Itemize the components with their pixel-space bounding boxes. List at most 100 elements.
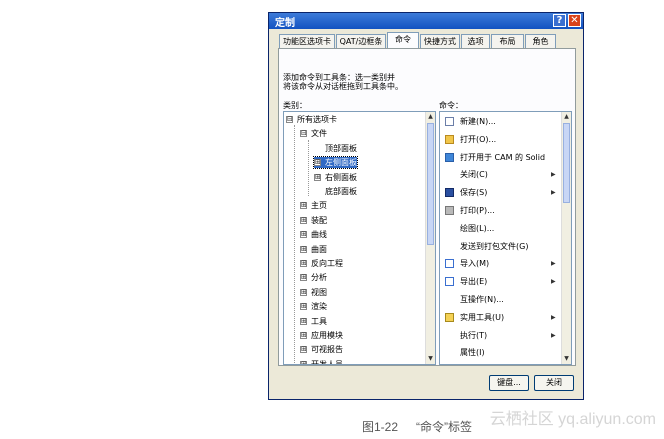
tree-item-label: 曲面 [311, 244, 327, 254]
tab-commands[interactable]: 命令 [387, 32, 419, 48]
command-item[interactable]: 互操作(N)... [445, 294, 504, 305]
instructions-text: 添加命令到工具条：选一类别并 将该命令从对话框拖到工具条中。 [283, 73, 403, 91]
tree-item[interactable]: ⊞ 分析 [300, 272, 327, 283]
tree-item-label: 右侧面板 [325, 172, 357, 182]
commands-tab-panel: 添加命令到工具条：选一类别并 将该命令从对话框拖到工具条中。 类别： 命令： ⊟… [278, 48, 576, 366]
command-label-text: 打印(P)... [460, 206, 495, 215]
collapse-icon[interactable]: ⊟ [286, 116, 293, 123]
command-item[interactable]: 打开用于 CAM 的 Solid [445, 152, 545, 163]
command-label-text: 属性(I) [460, 348, 485, 358]
command-label-text: 保存(S) [460, 188, 488, 198]
command-label-text: 关闭(C) [460, 170, 488, 180]
tree-item[interactable]: ⊟ 文件 [300, 128, 327, 139]
tree-item[interactable]: 顶部面板 [314, 143, 357, 154]
category-scrollbar[interactable]: ▲ ▼ [425, 112, 435, 364]
expand-icon[interactable]: ⊞ [300, 346, 307, 354]
submenu-arrow-icon: ▶ [551, 278, 556, 286]
tree-item[interactable]: ⊞ 可视报告 [300, 344, 343, 355]
command-list[interactable]: 新建(N)... 打开(O)... 打开用于 CAM 的 Solid 关闭(C) ▶ 保存… [439, 111, 572, 365]
window-title: 定制 [275, 18, 295, 29]
watermark: 云栖社区 yq.aliyun.com [489, 411, 656, 428]
command-item[interactable]: 打开(O)... [445, 134, 496, 145]
tab-qat-border[interactable]: QAT/边框条 [336, 34, 386, 48]
utility-tools-icon [445, 312, 454, 322]
expand-icon[interactable]: ⊞ [300, 288, 307, 296]
expand-icon[interactable]: ⊞ [300, 274, 307, 282]
expand-icon[interactable]: ⊞ [300, 332, 307, 339]
tab-ribbon[interactable]: 功能区选项卡 [279, 34, 335, 48]
tree-item[interactable]: ⊞ 装配 [300, 215, 327, 226]
scroll-thumb[interactable] [563, 123, 570, 203]
expand-icon[interactable]: ⊞ [300, 202, 307, 210]
command-item[interactable]: 实用工具(U) [445, 312, 504, 323]
tree-item[interactable]: 底部面板 [314, 186, 357, 197]
tree-item-label: 分析 [311, 273, 327, 283]
tree-item[interactable]: ⊞ 右侧面板 [314, 172, 357, 183]
command-item[interactable]: 导出(E) [445, 276, 487, 287]
tree-item-label: 顶部面板 [325, 143, 357, 153]
tab-layout[interactable]: 布局 [491, 34, 524, 48]
scroll-up-icon[interactable]: ▲ [426, 112, 435, 122]
command-label-text: 发送到打包文件(G) [460, 241, 529, 251]
command-item[interactable]: 属性(I) [445, 347, 485, 358]
command-item[interactable]: 导入(M) [445, 258, 489, 269]
command-item[interactable]: 执行(T) [445, 330, 487, 341]
tree-guide-line [294, 125, 295, 364]
submenu-arrow-icon: ▶ [551, 331, 556, 339]
tree-item[interactable]: ⊟ 所有选项卡 [286, 114, 337, 125]
close-button[interactable]: 关闭 [534, 375, 574, 391]
command-label-text: 打开用于 CAM 的 Solid [460, 152, 546, 162]
command-item[interactable]: 绘图(L)... [445, 223, 494, 234]
tree-item[interactable]: ⊞ 左侧面板 [313, 156, 358, 170]
expand-icon[interactable]: ⊞ [300, 245, 307, 253]
tree-item-label: 应用模块 [311, 331, 343, 340]
command-item[interactable]: 关闭(C) [445, 169, 488, 180]
scroll-thumb[interactable] [427, 123, 434, 245]
expand-icon[interactable]: ⊞ [300, 360, 307, 364]
expand-icon[interactable]: ⊞ [300, 303, 307, 311]
command-item[interactable]: 新建(N)... [445, 116, 496, 127]
tree-item[interactable]: ⊞ 工具 [300, 316, 327, 327]
tab-shortcuts[interactable]: 快捷方式 [420, 34, 460, 48]
expand-icon[interactable]: ⊞ [314, 159, 321, 167]
tree-item[interactable]: ⊞ 曲线 [300, 229, 327, 240]
scroll-down-icon[interactable]: ▼ [562, 354, 571, 364]
tree-item[interactable]: ⊞ 渲染 [300, 301, 327, 312]
tree-item[interactable]: ⊞ 视图 [300, 287, 327, 298]
expand-icon[interactable]: ⊞ [300, 317, 307, 325]
title-bar[interactable]: 定制 ? ✕ [269, 13, 583, 29]
tab-options[interactable]: 选项 [461, 34, 490, 48]
tree-item[interactable]: ⊞ 主页 [300, 200, 327, 211]
keyboard-button[interactable]: 键盘... [489, 375, 529, 391]
submenu-arrow-icon: ▶ [551, 171, 556, 179]
expand-icon[interactable]: ⊞ [300, 231, 307, 239]
tree-item-label: 所有选项卡 [297, 115, 337, 124]
expand-icon[interactable]: ⊞ [300, 260, 307, 267]
tree-item[interactable]: ⊞ 应用模块 [300, 330, 343, 341]
tree-item-label: 文件 [311, 129, 327, 139]
tree-item[interactable]: ⊞ 曲面 [300, 244, 327, 255]
command-item[interactable]: 发送到打包文件(G) [445, 241, 528, 252]
scroll-up-icon[interactable]: ▲ [562, 112, 571, 122]
tree-item-label: 装配 [311, 215, 327, 225]
command-item[interactable]: 保存(S) [445, 187, 487, 198]
category-label: 类别： [283, 101, 307, 110]
help-button[interactable]: ? [553, 14, 566, 27]
tree-item[interactable]: ⊞ 反向工程 [300, 258, 343, 269]
tree-guide-line [308, 140, 309, 196]
tab-roles[interactable]: 角色 [525, 34, 556, 48]
scroll-down-icon[interactable]: ▼ [426, 354, 435, 364]
command-item[interactable]: 打印(P)... [445, 205, 495, 216]
expand-icon[interactable]: ⊞ [314, 173, 321, 181]
submenu-arrow-icon: ▶ [551, 313, 556, 321]
collapse-icon[interactable]: ⊟ [300, 130, 307, 138]
tree-item[interactable]: ⊞ 开发人员 [300, 359, 343, 364]
close-window-button[interactable]: ✕ [568, 14, 581, 27]
expand-icon[interactable]: ⊞ [300, 216, 307, 224]
command-label-text: 新建(N)... [460, 117, 496, 126]
category-tree[interactable]: ⊟ 所有选项卡 ⊟ 文件 顶部面板 ⊞ 左侧面板 ⊞ 右侧面板 底部面板 ⊞ 主页 ⊞ 装配 ⊞ 曲线 ⊞ 曲面 ⊞… [283, 111, 436, 365]
submenu-arrow-icon: ▶ [551, 260, 556, 268]
save-icon [445, 188, 454, 198]
tree-item-label: 反向工程 [311, 259, 343, 268]
command-scrollbar[interactable]: ▲ ▼ [561, 112, 571, 364]
